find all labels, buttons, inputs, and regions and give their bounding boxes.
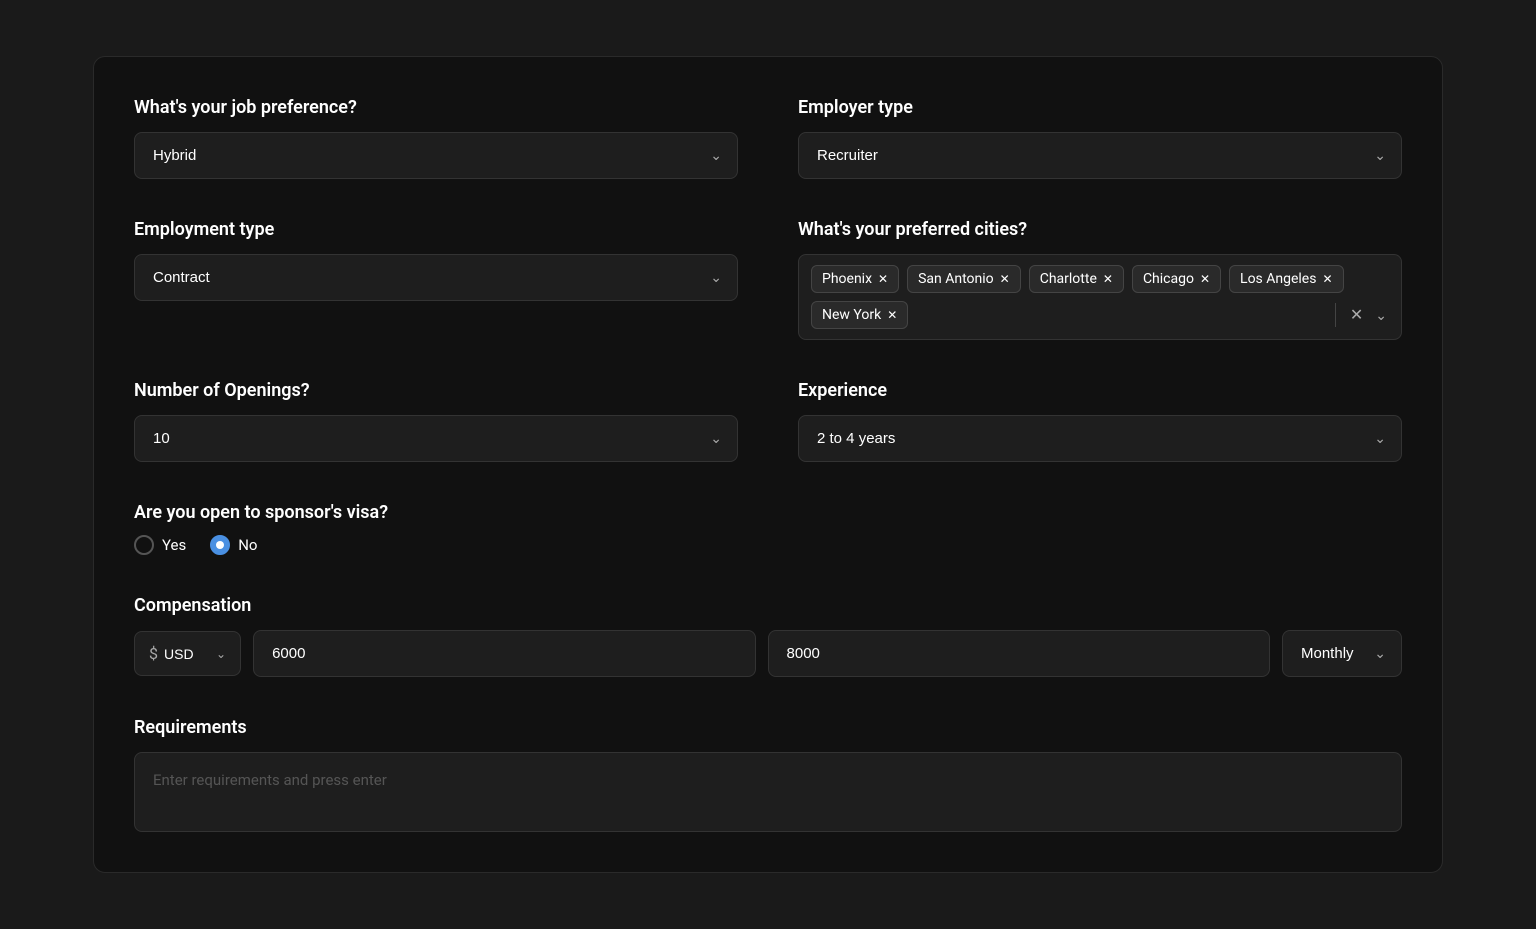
openings-select[interactable]: 10 1 2 5 15 20 bbox=[134, 415, 738, 462]
empty-col bbox=[798, 502, 1402, 555]
currency-select[interactable]: USD EUR GBP bbox=[164, 646, 210, 662]
cities-controls: ✕ ⌄ bbox=[1335, 303, 1389, 327]
job-preference-select[interactable]: Hybrid Remote On-site bbox=[134, 132, 738, 179]
employer-type-select-wrapper: Recruiter Direct Employer Staffing Agenc… bbox=[798, 132, 1402, 179]
period-select-wrapper: Monthly Yearly Hourly ⌄ bbox=[1282, 630, 1402, 677]
employer-type-select[interactable]: Recruiter Direct Employer Staffing Agenc… bbox=[798, 132, 1402, 179]
city-tag-phoenix-remove[interactable]: ✕ bbox=[878, 273, 888, 285]
city-tag-chicago-label: Chicago bbox=[1143, 271, 1194, 287]
sponsor-visa-no-option[interactable]: No bbox=[210, 535, 257, 555]
sponsor-visa-no-radio[interactable] bbox=[210, 535, 230, 555]
experience-select-wrapper: 2 to 4 years 0 to 1 years 1 to 2 years 4… bbox=[798, 415, 1402, 462]
city-tag-san-antonio-label: San Antonio bbox=[918, 271, 994, 287]
city-tag-new-york: New York ✕ bbox=[811, 301, 908, 329]
experience-select[interactable]: 2 to 4 years 0 to 1 years 1 to 2 years 4… bbox=[798, 415, 1402, 462]
city-tag-new-york-label: New York bbox=[822, 307, 881, 323]
cities-clear-button[interactable]: ✕ bbox=[1348, 303, 1365, 327]
currency-chevron-icon: ⌄ bbox=[216, 647, 226, 661]
preferred-cities-label: What's your preferred cities? bbox=[798, 219, 1402, 240]
employment-type-select[interactable]: Contract Full-time Part-time Internship bbox=[134, 254, 738, 301]
city-tag-phoenix-label: Phoenix bbox=[822, 271, 872, 287]
employment-type-select-wrapper: Contract Full-time Part-time Internship … bbox=[134, 254, 738, 301]
job-preference-select-wrapper: Hybrid Remote On-site ⌄ bbox=[134, 132, 738, 179]
city-tag-new-york-remove[interactable]: ✕ bbox=[887, 309, 897, 321]
compensation-min-input[interactable] bbox=[253, 630, 755, 677]
sponsor-visa-group: Are you open to sponsor's visa? Yes No bbox=[134, 502, 738, 555]
compensation-group: Compensation $ USD EUR GBP ⌄ Monthly bbox=[134, 595, 1402, 677]
city-tag-charlotte-label: Charlotte bbox=[1040, 271, 1097, 287]
city-tag-chicago: Chicago ✕ bbox=[1132, 265, 1221, 293]
city-tag-chicago-remove[interactable]: ✕ bbox=[1200, 273, 1210, 285]
sponsor-visa-yes-option[interactable]: Yes bbox=[134, 535, 186, 555]
city-tag-charlotte: Charlotte ✕ bbox=[1029, 265, 1124, 293]
compensation-label: Compensation bbox=[134, 595, 1402, 616]
city-tag-charlotte-remove[interactable]: ✕ bbox=[1103, 273, 1113, 285]
city-tag-los-angeles-label: Los Angeles bbox=[1240, 271, 1316, 287]
sponsor-visa-radio-group: Yes No bbox=[134, 535, 738, 555]
employer-type-label: Employer type bbox=[798, 97, 1402, 118]
experience-group: Experience 2 to 4 years 0 to 1 years 1 t… bbox=[798, 380, 1402, 462]
dollar-icon: $ bbox=[149, 644, 158, 663]
currency-select-wrapper: $ USD EUR GBP ⌄ bbox=[134, 631, 241, 676]
sponsor-visa-no-label: No bbox=[238, 536, 257, 554]
city-tag-los-angeles-remove[interactable]: ✕ bbox=[1322, 273, 1332, 285]
city-tag-phoenix: Phoenix ✕ bbox=[811, 265, 899, 293]
experience-label: Experience bbox=[798, 380, 1402, 401]
preferred-cities-group: What's your preferred cities? Phoenix ✕ … bbox=[798, 219, 1402, 340]
compensation-row: $ USD EUR GBP ⌄ Monthly Yearly Hourly bbox=[134, 630, 1402, 677]
job-preference-label: What's your job preference? bbox=[134, 97, 738, 118]
requirements-label: Requirements bbox=[134, 717, 1402, 738]
employment-type-group: Employment type Contract Full-time Part-… bbox=[134, 219, 738, 340]
city-tag-los-angeles: Los Angeles ✕ bbox=[1229, 265, 1344, 293]
cities-container: Phoenix ✕ San Antonio ✕ Charlotte ✕ Chic… bbox=[798, 254, 1402, 340]
sponsor-visa-label: Are you open to sponsor's visa? bbox=[134, 502, 738, 523]
requirements-group: Requirements bbox=[134, 717, 1402, 832]
compensation-max-input[interactable] bbox=[768, 630, 1270, 677]
employer-type-group: Employer type Recruiter Direct Employer … bbox=[798, 97, 1402, 179]
city-tag-san-antonio: San Antonio ✕ bbox=[907, 265, 1021, 293]
openings-group: Number of Openings? 10 1 2 5 15 20 ⌄ bbox=[134, 380, 738, 462]
job-preference-group: What's your job preference? Hybrid Remot… bbox=[134, 97, 738, 179]
openings-label: Number of Openings? bbox=[134, 380, 738, 401]
city-tag-san-antonio-remove[interactable]: ✕ bbox=[1000, 273, 1010, 285]
cities-dropdown-button[interactable]: ⌄ bbox=[1373, 305, 1389, 326]
sponsor-visa-yes-label: Yes bbox=[162, 536, 186, 554]
period-select[interactable]: Monthly Yearly Hourly bbox=[1282, 630, 1402, 677]
requirements-textarea[interactable] bbox=[134, 752, 1402, 832]
employment-type-label: Employment type bbox=[134, 219, 738, 240]
openings-select-wrapper: 10 1 2 5 15 20 ⌄ bbox=[134, 415, 738, 462]
job-preference-form: What's your job preference? Hybrid Remot… bbox=[93, 56, 1443, 873]
sponsor-visa-yes-radio[interactable] bbox=[134, 535, 154, 555]
